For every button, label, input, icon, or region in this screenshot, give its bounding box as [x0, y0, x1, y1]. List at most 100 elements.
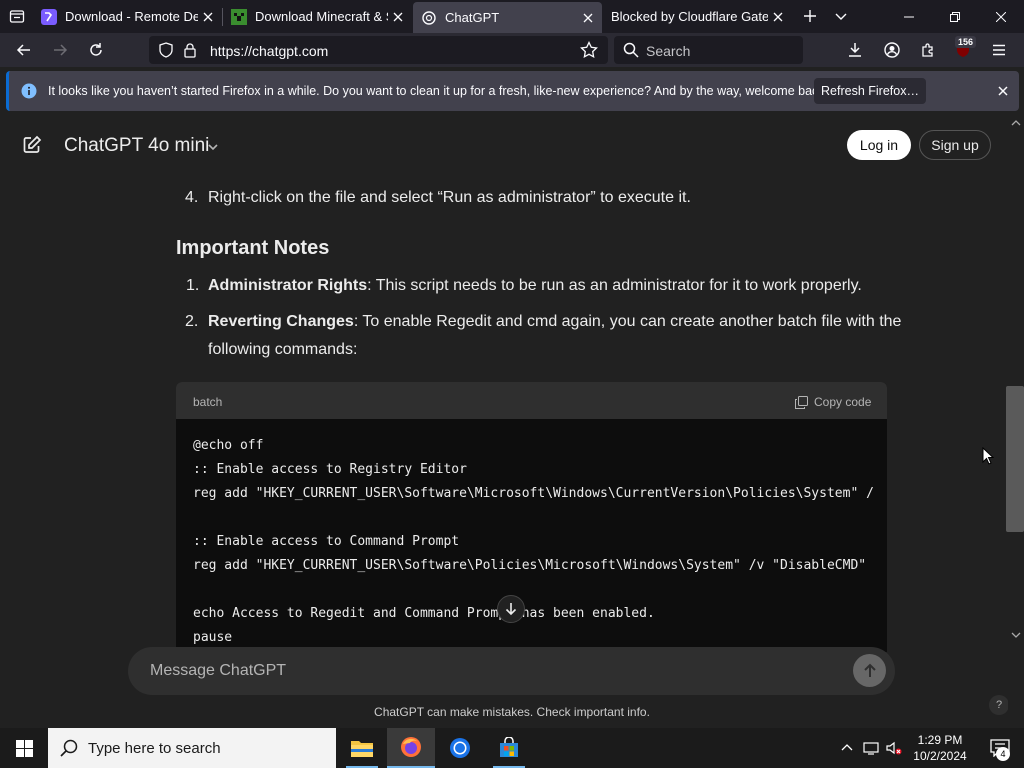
tab-minecraft[interactable]: Download Minecraft & Server [223, 0, 412, 33]
close-tab-icon[interactable] [768, 7, 788, 27]
firefox-taskbar-button[interactable] [387, 728, 435, 768]
copy-code-button[interactable]: Copy code [795, 395, 871, 409]
store-taskbar-button[interactable] [485, 728, 533, 768]
mouse-cursor-icon [982, 447, 994, 465]
code-block: batch Copy code @echo off :: Enable acce… [176, 382, 887, 652]
close-notification-icon[interactable] [994, 82, 1012, 100]
new-chat-icon[interactable] [22, 135, 42, 155]
firefox-icon [401, 737, 421, 757]
tab-chatgpt[interactable]: ChatGPT [413, 2, 602, 33]
code-line: reg add "HKEY_CURRENT_USER\Software\Poli… [193, 558, 867, 573]
close-window-button[interactable] [978, 0, 1024, 33]
note-2-continuation: following commands: [208, 341, 358, 358]
refresh-firefox-notification: It looks like you haven’t started Firefo… [6, 71, 1019, 111]
code-content[interactable]: @echo off :: Enable access to Registry E… [193, 438, 874, 652]
search-icon [623, 42, 639, 58]
remote-desktop-favicon [41, 8, 57, 25]
start-button[interactable] [0, 728, 48, 768]
arrow-down-icon [505, 603, 517, 616]
chat-header: ChatGPT 4o mini Log in Sign up [0, 115, 1008, 175]
note-1-body: : This script needs to be run as an admi… [367, 277, 862, 294]
model-name: ChatGPT 4o mini [64, 135, 210, 156]
code-line: :: Enable access to Command Prompt [193, 534, 460, 549]
reload-button[interactable] [81, 35, 111, 65]
close-icon [996, 11, 1006, 22]
action-center-button[interactable]: 4 [976, 728, 1024, 768]
chatgpt-page: ChatGPT 4o mini Log in Sign up 4. Right-… [0, 115, 1024, 728]
new-tab-button[interactable] [795, 1, 825, 31]
restore-icon [950, 11, 960, 22]
help-button[interactable]: ? [989, 695, 1009, 715]
puzzle-icon [922, 43, 933, 57]
refresh-firefox-button[interactable]: Refresh Firefox… [814, 78, 926, 104]
close-tab-icon[interactable] [578, 8, 598, 28]
login-button[interactable]: Log in [847, 130, 911, 160]
reload-icon [90, 43, 102, 56]
tab-strip: Download - Remote Desktop Download Minec… [0, 0, 1024, 33]
extension-count-badge: 156 [955, 36, 977, 48]
code-language-label: batch [193, 395, 223, 409]
note-2-body: : To enable Regedit and cmd again, you c… [353, 313, 902, 330]
restore-button[interactable] [932, 0, 978, 33]
disclaimer-text: ChatGPT can make mistakes. Check importa… [374, 705, 650, 719]
extensions-button[interactable] [913, 35, 943, 65]
close-tab-icon[interactable] [388, 7, 408, 27]
show-hidden-icons-chevron-icon[interactable] [839, 740, 855, 756]
firefox-view-icon [9, 10, 25, 23]
bookmark-star-icon[interactable] [580, 41, 598, 59]
message-input-placeholder[interactable]: Message ChatGPT [150, 662, 286, 680]
downloads-button[interactable] [840, 35, 870, 65]
scroll-to-bottom-button[interactable] [497, 595, 525, 623]
minimize-icon [904, 16, 914, 17]
search-icon [60, 739, 78, 757]
close-tab-icon[interactable] [198, 7, 218, 27]
tab-title: Download - Remote Desktop [65, 9, 198, 24]
chrome-taskbar-button[interactable] [436, 728, 484, 768]
step-4-text: Right-click on the file and select “Run … [208, 189, 691, 206]
message-composer[interactable]: Message ChatGPT [128, 647, 895, 695]
url-text[interactable]: https://chatgpt.com [210, 43, 328, 59]
code-line: echo Access to Regedit and Command Promp… [193, 606, 655, 621]
tab-remote-desktop[interactable]: Download - Remote Desktop [33, 0, 222, 33]
code-line: @echo off [193, 438, 264, 453]
send-button[interactable] [853, 654, 886, 687]
volume-muted-icon[interactable] [886, 740, 902, 756]
windows-taskbar: Type here to search 1:29 PM 10/2/2024 4 [0, 728, 1024, 768]
chevron-down-icon[interactable] [207, 141, 219, 153]
windows-logo-icon [15, 739, 33, 757]
notification-message: It looks like you haven’t started Firefo… [48, 84, 829, 98]
network-icon[interactable] [863, 740, 879, 756]
file-explorer-taskbar-button[interactable] [338, 728, 386, 768]
scroll-up-arrow-icon[interactable] [1011, 119, 1021, 127]
forward-button[interactable] [45, 35, 75, 65]
taskbar-clock[interactable]: 1:29 PM 10/2/2024 [910, 732, 970, 764]
firefox-view-button[interactable] [2, 1, 32, 31]
app-menu-button[interactable] [984, 35, 1014, 65]
chatgpt-favicon [421, 10, 437, 26]
tracking-protection-shield-icon[interactable] [158, 42, 174, 58]
signup-button[interactable]: Sign up [919, 130, 991, 160]
address-bar[interactable]: https://chatgpt.com [149, 36, 608, 64]
minecraft-favicon [231, 8, 247, 25]
model-selector[interactable]: ChatGPT 4o mini [64, 135, 209, 157]
taskbar-search-box[interactable]: Type here to search [48, 728, 336, 768]
back-button[interactable] [9, 35, 39, 65]
plus-icon [804, 10, 816, 22]
copy-icon [795, 395, 808, 409]
lock-icon[interactable] [183, 42, 197, 58]
notification-count-badge: 4 [996, 747, 1010, 761]
list-all-tabs-button[interactable] [826, 1, 856, 31]
minimize-button[interactable] [886, 0, 932, 33]
clock-time: 1:29 PM [917, 733, 963, 747]
account-button[interactable] [877, 35, 907, 65]
microsoft-store-icon [500, 737, 518, 757]
download-icon [849, 43, 861, 57]
search-bar[interactable]: Search [614, 36, 803, 64]
tab-cloudflare-blocked[interactable]: Blocked by Cloudflare Gateway [603, 0, 792, 33]
scroll-down-arrow-icon[interactable] [1011, 631, 1021, 639]
list-number: 4. [185, 189, 199, 206]
taskbar-search-placeholder: Type here to search [88, 740, 221, 757]
scrollbar-thumb[interactable] [1006, 386, 1024, 532]
